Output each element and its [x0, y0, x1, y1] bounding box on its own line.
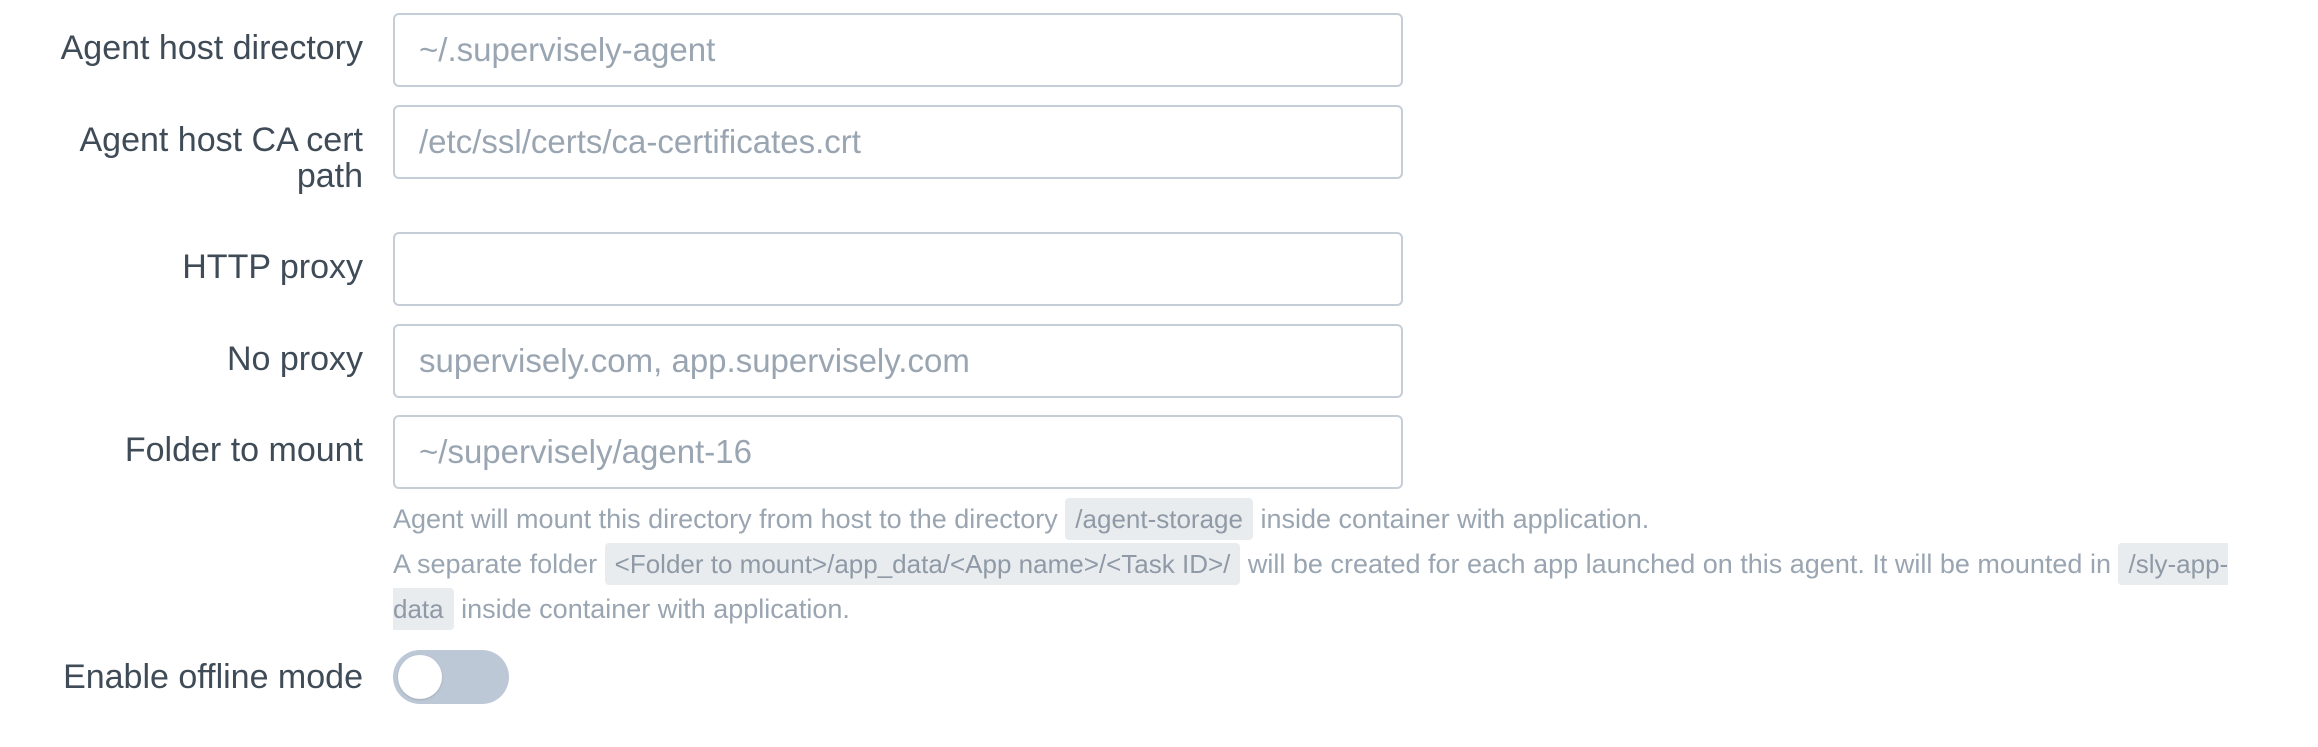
agent-host-directory-input[interactable] — [393, 13, 1403, 87]
offline-mode-toggle[interactable] — [393, 650, 509, 704]
help-line2-middle: will be created for each app launched on… — [1247, 549, 2111, 579]
help-line2-before: A separate folder — [393, 549, 598, 579]
toggle-knob — [398, 655, 442, 699]
folder-to-mount-label: Folder to mount — [124, 431, 363, 469]
agent-storage-code: /agent-storage — [1065, 498, 1253, 540]
help-line1-before: Agent will mount this directory from hos… — [393, 504, 1058, 534]
folder-to-mount-help: Agent will mount this directory from hos… — [393, 497, 2283, 632]
help-line2-after: inside container with application. — [461, 594, 850, 624]
no-proxy-input[interactable] — [393, 324, 1403, 398]
no-proxy-label: No proxy — [226, 340, 363, 378]
help-line1-after: inside container with application. — [1260, 504, 1650, 534]
http-proxy-label: HTTP proxy — [182, 248, 363, 286]
agent-host-ca-cert-path-label-line1: Agent host CA cert — [79, 121, 364, 159]
agent-host-ca-cert-path-input[interactable] — [393, 105, 1403, 179]
folder-to-mount-help-line1: Agent will mount this directory from hos… — [393, 497, 2283, 542]
app-data-path-code: <Folder to mount>/app_data/<App name>/<T… — [604, 543, 1241, 585]
http-proxy-input[interactable] — [393, 232, 1403, 306]
agent-host-directory-label: Agent host directory — [60, 29, 363, 67]
agent-host-ca-cert-path-label-line2: path — [296, 157, 363, 195]
folder-to-mount-help-line2: A separate folder <Folder to mount>/app_… — [393, 542, 2283, 632]
agent-host-ca-cert-path-label: Agent host CA cert path — [0, 121, 364, 195]
agent-settings-form: Agent host directory Agent host CA cert … — [0, 0, 2318, 747]
enable-offline-mode-label: Enable offline mode — [63, 658, 363, 696]
folder-to-mount-input[interactable] — [393, 415, 1403, 489]
